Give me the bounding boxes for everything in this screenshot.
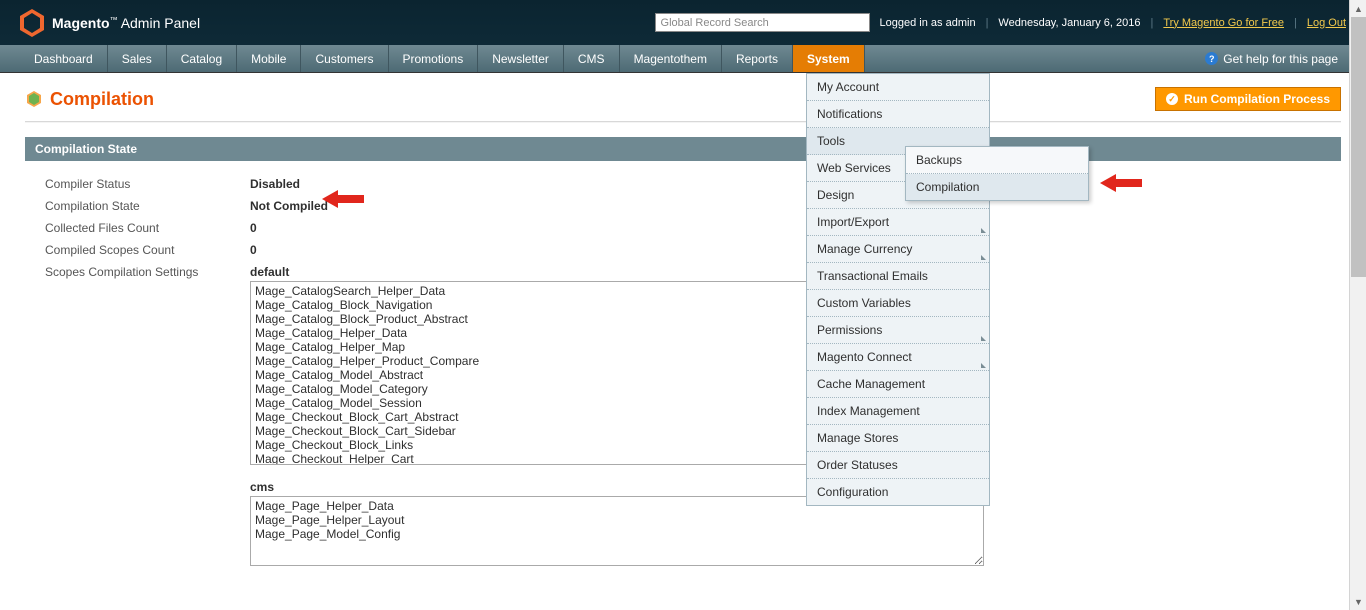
scroll-up-icon[interactable]: ▲ bbox=[1350, 0, 1366, 17]
submenu-backups[interactable]: Backups bbox=[906, 147, 1088, 174]
system-dropdown: My Account Notifications Tools Web Servi… bbox=[806, 73, 990, 506]
menu-customers[interactable]: Customers bbox=[301, 45, 388, 72]
brand-text: Magento™ Admin Panel bbox=[52, 15, 200, 31]
compiled-scopes-value: 0 bbox=[250, 243, 257, 257]
panel-body: Compiler Status Disabled Compilation Sta… bbox=[25, 161, 1341, 585]
menu-newsletter[interactable]: Newsletter bbox=[478, 45, 564, 72]
compiler-status-label: Compiler Status bbox=[45, 177, 250, 191]
dropdown-transactional-emails[interactable]: Transactional Emails bbox=[807, 263, 989, 290]
menu-catalog[interactable]: Catalog bbox=[167, 45, 237, 72]
dropdown-my-account[interactable]: My Account bbox=[807, 74, 989, 101]
content-area: Compilation ✓ Run Compilation Process Co… bbox=[0, 73, 1366, 599]
compilation-icon bbox=[25, 90, 43, 108]
logged-in-text: Logged in as admin bbox=[880, 17, 976, 29]
scopes-settings-label: Scopes Compilation Settings bbox=[45, 265, 250, 279]
menu-cms[interactable]: CMS bbox=[564, 45, 620, 72]
page-title: Compilation bbox=[50, 89, 154, 110]
dropdown-configuration[interactable]: Configuration bbox=[807, 479, 989, 505]
menu-magentothem[interactable]: Magentothem bbox=[620, 45, 722, 72]
compilation-state-value: Not Compiled bbox=[250, 199, 328, 213]
help-link[interactable]: ? Get help for this page bbox=[1197, 45, 1346, 72]
dropdown-custom-variables[interactable]: Custom Variables bbox=[807, 290, 989, 317]
dropdown-manage-currency[interactable]: Manage Currency bbox=[807, 236, 989, 263]
compiler-status-value: Disabled bbox=[250, 177, 300, 191]
dropdown-manage-stores[interactable]: Manage Stores bbox=[807, 425, 989, 452]
dropdown-cache-management[interactable]: Cache Management bbox=[807, 371, 989, 398]
compilation-state-label: Compilation State bbox=[45, 199, 250, 213]
logout-link[interactable]: Log Out bbox=[1307, 17, 1346, 29]
menu-sales[interactable]: Sales bbox=[108, 45, 167, 72]
menu-system[interactable]: System bbox=[793, 45, 865, 72]
date-text: Wednesday, January 6, 2016 bbox=[998, 17, 1140, 29]
admin-header: Magento™ Admin Panel Logged in as admin … bbox=[0, 0, 1366, 45]
dropdown-notifications[interactable]: Notifications bbox=[807, 101, 989, 128]
menu-mobile[interactable]: Mobile bbox=[237, 45, 301, 72]
main-menu: Dashboard Sales Catalog Mobile Customers… bbox=[0, 45, 1366, 73]
annotation-arrow-icon bbox=[1100, 174, 1142, 192]
compiled-scopes-label: Compiled Scopes Count bbox=[45, 243, 250, 257]
magento-logo-icon bbox=[20, 9, 44, 37]
submenu-compilation[interactable]: Compilation bbox=[906, 174, 1088, 200]
dropdown-permissions[interactable]: Permissions bbox=[807, 317, 989, 344]
run-compilation-button[interactable]: ✓ Run Compilation Process bbox=[1155, 87, 1341, 111]
dropdown-index-management[interactable]: Index Management bbox=[807, 398, 989, 425]
tools-submenu: Backups Compilation bbox=[905, 146, 1089, 201]
try-magento-link[interactable]: Try Magento Go for Free bbox=[1163, 17, 1284, 29]
dropdown-magento-connect[interactable]: Magento Connect bbox=[807, 344, 989, 371]
collected-files-value: 0 bbox=[250, 221, 257, 235]
dropdown-order-statuses[interactable]: Order Statuses bbox=[807, 452, 989, 479]
global-search-input[interactable] bbox=[655, 13, 870, 32]
panel-heading: Compilation State bbox=[25, 137, 1341, 161]
help-icon: ? bbox=[1205, 52, 1218, 65]
scroll-thumb[interactable] bbox=[1351, 17, 1366, 277]
scope-cms-textarea[interactable] bbox=[250, 496, 984, 566]
collected-files-label: Collected Files Count bbox=[45, 221, 250, 235]
dropdown-import-export[interactable]: Import/Export bbox=[807, 209, 989, 236]
menu-reports[interactable]: Reports bbox=[722, 45, 793, 72]
title-divider bbox=[25, 121, 1341, 123]
annotation-arrow-icon bbox=[322, 190, 364, 208]
logo: Magento™ Admin Panel bbox=[20, 9, 200, 37]
scroll-down-icon[interactable]: ▼ bbox=[1350, 593, 1366, 610]
menu-dashboard[interactable]: Dashboard bbox=[20, 45, 108, 72]
vertical-scrollbar[interactable]: ▲ ▼ bbox=[1349, 0, 1366, 610]
check-icon: ✓ bbox=[1166, 93, 1178, 105]
menu-promotions[interactable]: Promotions bbox=[389, 45, 479, 72]
